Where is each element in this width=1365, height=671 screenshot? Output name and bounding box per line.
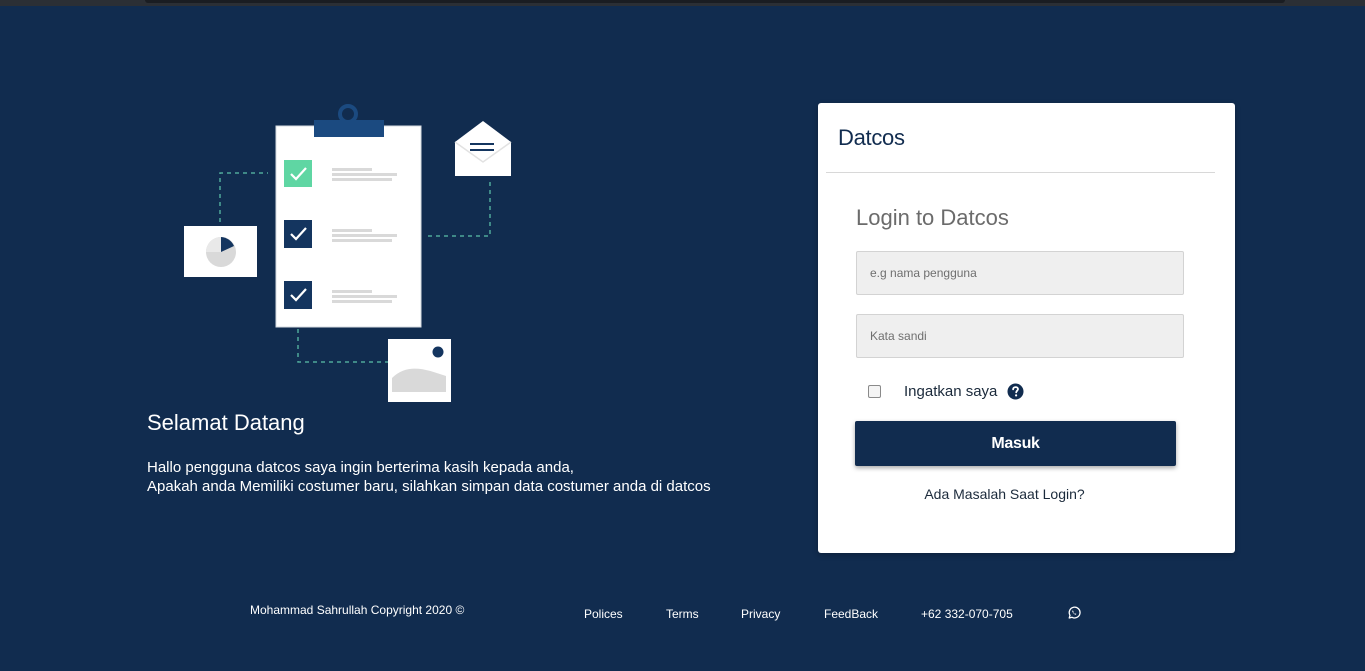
welcome-title: Selamat Datang <box>147 410 305 435</box>
card-brand-title: Datcos <box>838 125 905 150</box>
check-box-2 <box>284 220 312 248</box>
card-divider <box>826 172 1215 173</box>
footer-link-polices[interactable]: Polices <box>584 607 623 621</box>
login-card: Datcos Login to Datcos Ingatkan saya Mas… <box>818 103 1235 553</box>
connector-line <box>428 178 491 237</box>
browser-top-strip <box>0 0 1365 6</box>
connector-line <box>297 329 388 363</box>
login-form-title: Login to Datcos <box>856 205 1009 230</box>
check-box-1 <box>284 160 312 187</box>
footer-copyright: Mohammad Sahrullah Copyright 2020 © <box>250 603 465 617</box>
remember-me-row: Ingatkan saya <box>868 380 1024 402</box>
welcome-message-line-1: Hallo pengguna datcos saya ingin berteri… <box>147 459 574 476</box>
footer-link-terms[interactable]: Terms <box>666 607 699 621</box>
image-sun-icon <box>432 346 444 358</box>
footer-link-feedback[interactable]: FeedBack <box>824 607 878 621</box>
welcome-message: Hallo pengguna datcos saya ingin berteri… <box>147 458 767 496</box>
whatsapp-icon[interactable] <box>1067 606 1081 620</box>
username-input[interactable] <box>856 251 1184 295</box>
checklist-illustration <box>184 104 512 402</box>
password-input[interactable] <box>856 314 1184 358</box>
clipboard-ring <box>338 104 358 124</box>
footer-link-privacy[interactable]: Privacy <box>741 607 780 621</box>
login-submit-button[interactable]: Masuk <box>855 421 1176 466</box>
welcome-message-line-2: Apakah anda Memiliki costumer baru, sila… <box>147 478 711 495</box>
footer-phone-number[interactable]: +62 332-070-705 <box>921 607 1013 621</box>
login-trouble-link[interactable]: Ada Masalah Saat Login? <box>818 486 1191 502</box>
help-icon[interactable] <box>1007 383 1024 400</box>
check-box-3 <box>284 281 312 309</box>
remember-me-label[interactable]: Ingatkan saya <box>904 383 997 400</box>
remember-me-checkbox[interactable] <box>868 384 881 398</box>
browser-tab-bar <box>145 0 1285 3</box>
